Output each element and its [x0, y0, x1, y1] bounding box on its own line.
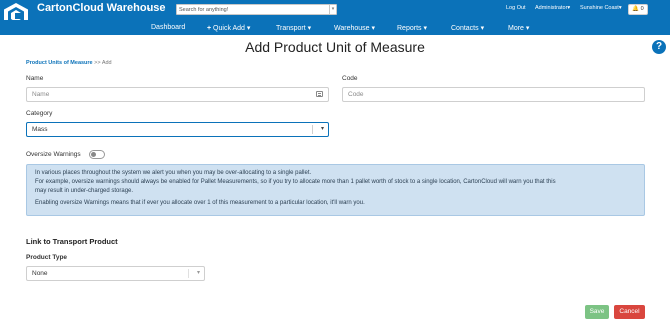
chevron-down-icon: ▾ — [423, 25, 427, 32]
nav-reports-label: Reports — [397, 25, 422, 32]
id-card-icon — [316, 91, 323, 97]
breadcrumb-separator: >> — [94, 60, 101, 66]
name-field[interactable] — [26, 87, 329, 102]
breadcrumb-current: Add — [101, 60, 112, 66]
chevron-down-icon: ▾ — [618, 5, 622, 11]
code-input[interactable] — [348, 90, 604, 99]
name-label: Name — [26, 75, 44, 82]
page-title: Add Product Unit of Measure — [245, 39, 425, 55]
search-input[interactable] — [179, 5, 327, 14]
chevron-down-icon: ▾ — [246, 25, 251, 32]
global-search[interactable]: ▾ — [176, 4, 337, 15]
chevron-down-icon: ▾ — [307, 25, 312, 32]
chevron-down-icon: ▾ — [320, 126, 324, 132]
search-dropdown-toggle[interactable]: ▾ — [329, 5, 336, 14]
info-line: Enabling oversize Warnings means that if… — [35, 200, 365, 206]
code-field[interactable] — [342, 87, 645, 102]
oversize-warnings-label: Oversize Warnings — [26, 151, 81, 158]
info-line: For example, oversize warnings should al… — [35, 179, 556, 185]
select-divider — [188, 269, 189, 278]
category-label: Category — [26, 110, 53, 117]
product-type-select-value: None — [32, 270, 48, 277]
logout-link[interactable]: Log Out — [506, 5, 526, 11]
plus-icon: + — [207, 25, 212, 32]
nav-warehouse[interactable]: Warehouse ▾ — [334, 24, 375, 32]
chevron-down-icon: ▾ — [371, 25, 376, 32]
nav-transport-label: Transport — [276, 25, 306, 32]
nav-more-label: More — [508, 25, 524, 32]
chevron-down-icon: ▾ — [525, 25, 530, 32]
toggle-knob — [91, 152, 96, 157]
admin-menu[interactable]: Administrator▾ — [535, 5, 570, 11]
help-circle-icon[interactable]: ? — [652, 40, 666, 54]
breadcrumb-parent-link[interactable]: Product Units of Measure — [26, 60, 93, 66]
select-divider — [312, 125, 313, 134]
chevron-down-icon: ▾ — [480, 25, 485, 32]
admin-menu-label: Administrator — [535, 5, 568, 11]
info-line: In various places throughout the system … — [35, 170, 312, 176]
oversize-warnings-toggle[interactable] — [89, 150, 105, 159]
nav-quick-add[interactable]: + Quick Add ▾ — [207, 24, 250, 32]
nav-contacts-label: Contacts — [451, 25, 479, 32]
location-menu[interactable]: Sunshine Coast▾ — [580, 5, 622, 11]
location-menu-label: Sunshine Coast — [580, 5, 619, 11]
save-button[interactable]: Save — [585, 305, 609, 319]
info-line: may result in under-charged storage. — [35, 188, 134, 194]
bell-icon: 🔔 0 — [632, 6, 644, 12]
code-label: Code — [342, 75, 358, 82]
notifications-button[interactable]: 🔔 0 — [628, 4, 648, 15]
name-input[interactable] — [32, 90, 288, 99]
chevron-down-icon: ▾ — [196, 270, 200, 276]
oversize-info-alert: In various places throughout the system … — [26, 164, 645, 216]
nav-more[interactable]: More ▾ — [508, 24, 529, 32]
product-type-select[interactable]: None ▾ — [26, 266, 205, 281]
breadcrumb: Product Units of Measure >> Add — [26, 60, 112, 66]
transport-section-title: Link to Transport Product — [26, 237, 118, 246]
product-type-label: Product Type — [26, 254, 68, 261]
chevron-down-icon[interactable]: ▾ — [147, 6, 150, 13]
nav-transport[interactable]: Transport ▾ — [276, 24, 311, 32]
nav-dashboard[interactable]: Dashboard — [151, 24, 185, 31]
nav-contacts[interactable]: Contacts ▾ — [451, 24, 484, 32]
nav-quick-add-label: Quick Add — [213, 25, 245, 32]
category-select[interactable]: Mass ▾ — [26, 122, 329, 137]
chevron-down-icon: ▾ — [567, 5, 571, 11]
nav-warehouse-label: Warehouse — [334, 25, 370, 32]
category-select-value: Mass — [32, 126, 48, 133]
cancel-button[interactable]: Cancel — [614, 305, 645, 319]
nav-reports[interactable]: Reports ▾ — [397, 24, 427, 32]
